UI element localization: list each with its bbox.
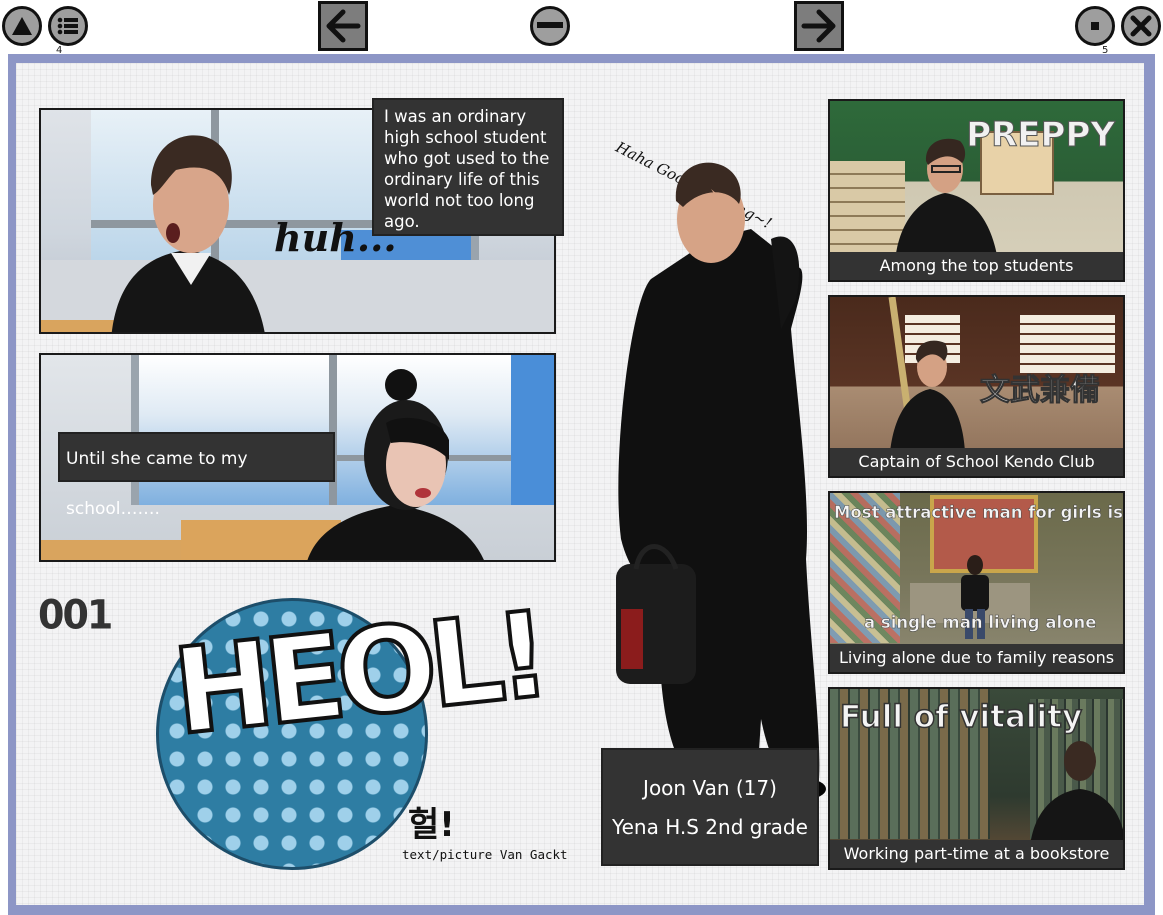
trait-1-overlay: PREPPY bbox=[966, 115, 1116, 156]
trait-panel-4: Full of vitality Working part-time at a … bbox=[828, 687, 1125, 870]
prev-page-button[interactable] bbox=[318, 1, 368, 51]
main-character-image bbox=[616, 162, 826, 799]
single-page-button[interactable] bbox=[1075, 6, 1115, 46]
trait-1-caption: Among the top students bbox=[830, 252, 1123, 280]
arrow-right-icon bbox=[801, 9, 836, 43]
chapter-number: 001 bbox=[38, 591, 113, 639]
zoom-out-button[interactable] bbox=[530, 6, 570, 46]
minus-circle-icon bbox=[537, 22, 563, 28]
character-name-box: Joon Van (17) Yena H.S 2nd grade bbox=[601, 748, 819, 866]
logo-korean: 헐! bbox=[408, 805, 455, 845]
character-name: Joon Van (17) bbox=[643, 776, 777, 800]
close-icon bbox=[1130, 15, 1152, 37]
panel-1-caption: I was an ordinary high school student wh… bbox=[372, 98, 564, 236]
kendo-figure-image bbox=[888, 297, 965, 452]
panel-2-caption: Until she came to my school……. bbox=[58, 432, 335, 519]
next-page-button[interactable] bbox=[794, 1, 844, 51]
trait-2-overlay: 文武兼備 bbox=[980, 373, 1101, 409]
close-button[interactable] bbox=[1121, 6, 1161, 46]
comic-page[interactable]: huh... I was an ordinary high school stu… bbox=[16, 63, 1144, 905]
boy-figure-image bbox=[111, 135, 265, 332]
character-school: Yena H.S 2nd grade bbox=[612, 815, 808, 839]
logo-credit: text/picture Van Gackt bbox=[402, 847, 568, 862]
up-button[interactable] bbox=[2, 6, 42, 46]
triangle-up-icon bbox=[12, 17, 32, 35]
trait-4-overlay: Full of vitality bbox=[839, 698, 1083, 736]
trait-panel-3: Most attractive man for girls is a singl… bbox=[828, 491, 1125, 674]
trait-3-caption: Living alone due to family reasons bbox=[830, 644, 1123, 672]
dot-icon bbox=[1091, 22, 1099, 30]
trait-4-caption: Working part-time at a bookstore bbox=[830, 840, 1123, 868]
worker-figure-image bbox=[1030, 741, 1123, 846]
trait-panel-2: 文武兼備 Captain of School Kendo Club bbox=[828, 295, 1125, 478]
trait-3-overlay-top: Most attractive man for girls is bbox=[834, 503, 1123, 523]
trait-panel-1: PREPPY Among the top students bbox=[828, 99, 1125, 282]
list-icon bbox=[57, 17, 78, 35]
trait-2-caption: Captain of School Kendo Club bbox=[830, 448, 1123, 476]
arrow-left-icon bbox=[326, 9, 361, 43]
logo-letters: HEOL! bbox=[165, 583, 550, 763]
menu-button[interactable] bbox=[48, 6, 88, 46]
trait-3-overlay-bottom: a single man living alone bbox=[864, 613, 1097, 633]
